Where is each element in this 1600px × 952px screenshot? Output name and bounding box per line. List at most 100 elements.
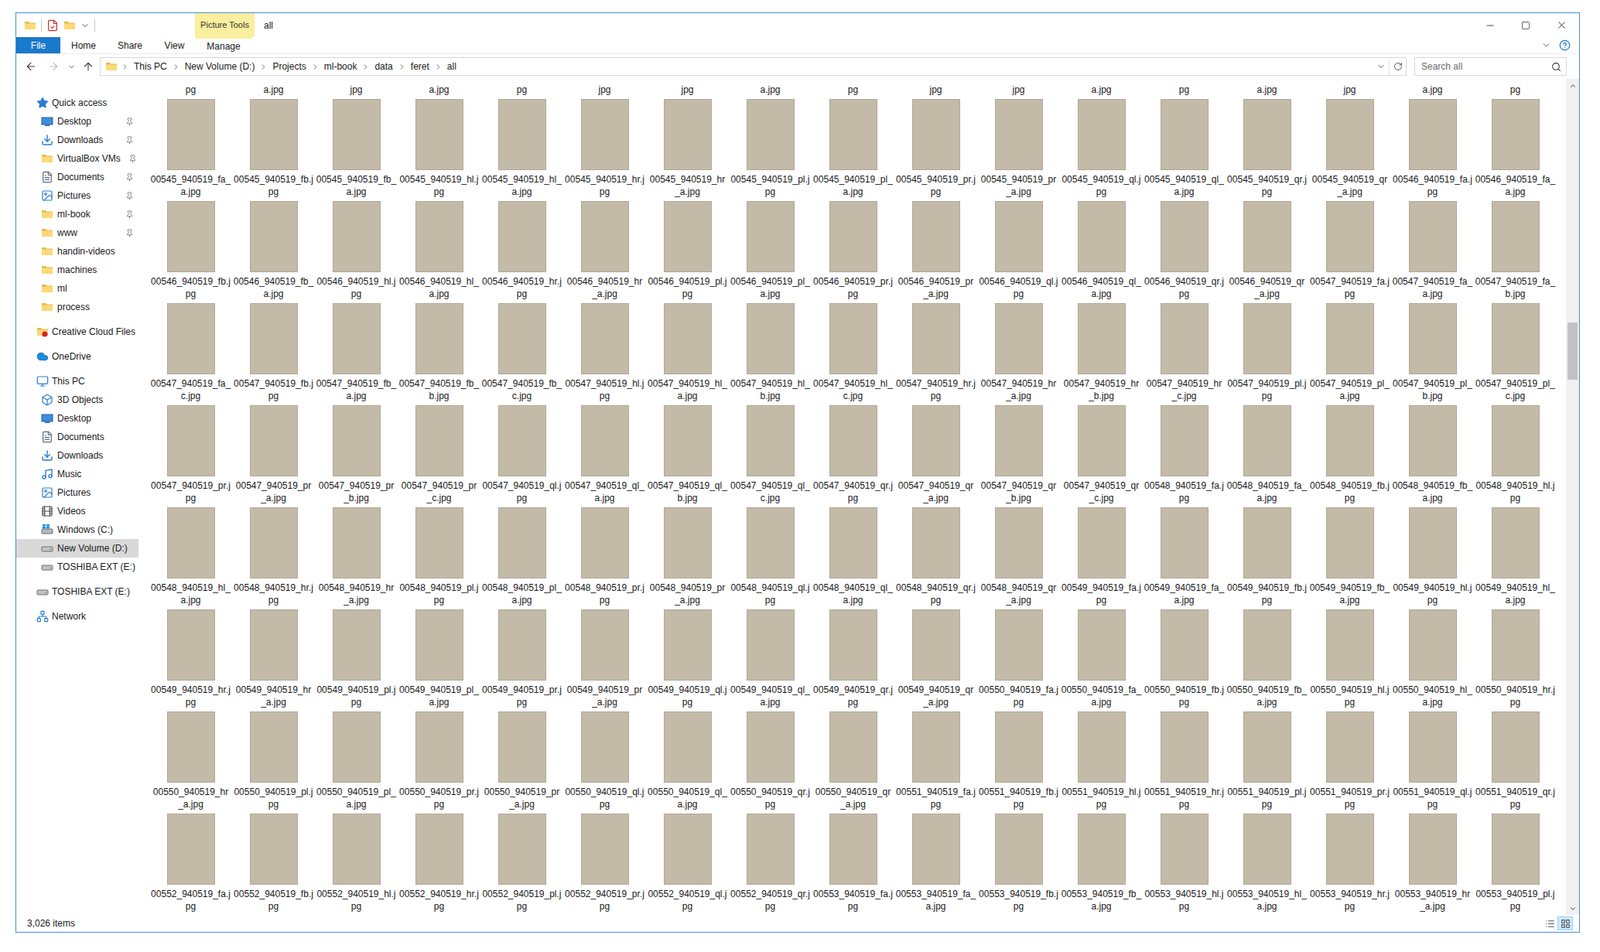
file-item[interactable]: 00545_940519_qr.jpg <box>1225 95 1309 199</box>
file-item[interactable]: 00547_940519_fa_a.jpg <box>1391 198 1474 301</box>
sidebar-item[interactable]: Music <box>16 464 139 484</box>
file-item[interactable]: 00548_940519_pr.jpg <box>563 504 647 607</box>
file-item[interactable]: 00551_940519_pr.jpg <box>1308 708 1392 811</box>
file-item[interactable]: 00547_940519_hr_c.jpg <box>1142 300 1226 403</box>
file-item[interactable]: 00552_940519_fa.jpg <box>149 810 233 913</box>
file-item[interactable]: 00549_940519_fb_a.jpg <box>1308 504 1392 607</box>
file-item[interactable]: 00553_940519_fa_a.jpg <box>894 810 978 913</box>
file-item[interactable]: 00549_940519_ql_a.jpg <box>728 606 812 709</box>
file-item[interactable]: 00549_940519_hl.jpg <box>1391 504 1474 607</box>
sidebar-item[interactable]: OneDrive <box>16 347 139 366</box>
sidebar-item[interactable]: TOSHIBA EXT (E:) <box>16 557 139 577</box>
sidebar-item[interactable]: Quick access <box>16 93 139 113</box>
file-item[interactable]: 00548_940519_qr.jpg <box>894 504 978 607</box>
file-item[interactable]: 00548_940519_hr_a.jpg <box>314 504 398 607</box>
file-item[interactable]: 00547_940519_hl.jpg <box>563 300 647 403</box>
breadcrumb-item[interactable]: feret <box>406 59 435 74</box>
file-item[interactable]: 00546_940519_qr_a.jpg <box>1225 198 1309 301</box>
sidebar-item[interactable]: handin-videos <box>16 242 139 261</box>
sidebar-item[interactable]: Pictures <box>16 186 139 206</box>
file-item[interactable]: 00553_940519_hl.jpg <box>1142 810 1226 913</box>
sidebar-item[interactable]: Desktop <box>16 112 139 131</box>
file-name[interactable]: pg <box>1179 83 1190 96</box>
file-item[interactable]: 00547_940519_ql_a.jpg <box>563 402 647 505</box>
file-item[interactable]: 00549_940519_hl_a.jpg <box>1473 504 1557 607</box>
file-name[interactable]: a.jpg <box>759 83 780 96</box>
file-item[interactable]: 00547_940519_hl_b.jpg <box>728 300 812 403</box>
file-name[interactable]: a.jpg <box>263 83 284 96</box>
file-item[interactable]: 00547_940519_pl_b.jpg <box>1391 300 1474 403</box>
file-item[interactable]: 00547_940519_qr_c.jpg <box>1059 402 1143 505</box>
file-item[interactable]: 00550_940519_fb.jpg <box>1142 606 1226 709</box>
file-item[interactable]: 00549_940519_hr_a.jpg <box>232 606 315 709</box>
file-item[interactable]: 00553_940519_fb.jpg <box>977 810 1060 913</box>
sidebar-item[interactable]: Downloads <box>16 130 139 150</box>
file-item[interactable]: 00546_940519_qr.jpg <box>1142 198 1226 301</box>
file-item[interactable]: 00550_940519_pr_a.jpg <box>480 708 564 811</box>
ribbon-tab[interactable]: File <box>16 37 61 54</box>
address-bar[interactable]: This PCNew Volume (D:)Projectsml-bookdat… <box>99 57 1407 76</box>
file-item[interactable]: 00553_940519_fb_a.jpg <box>1059 810 1143 913</box>
file-item[interactable]: 00546_940519_pl_a.jpg <box>728 198 812 301</box>
file-name[interactable]: pg <box>1510 83 1521 96</box>
file-item[interactable]: 00551_940519_hl.jpg <box>1059 708 1143 811</box>
file-item[interactable]: 00550_940519_pl_a.jpg <box>314 708 398 811</box>
file-item[interactable]: 00547_940519_hl_c.jpg <box>811 300 895 403</box>
file-item[interactable]: 00546_940519_pr_a.jpg <box>894 198 978 301</box>
file-item[interactable]: 00549_940519_pr_a.jpg <box>563 606 647 709</box>
file-item[interactable]: 00547_940519_hr.jpg <box>894 300 978 403</box>
file-item[interactable]: 00546_940519_hl_a.jpg <box>397 198 481 301</box>
file-name[interactable]: a.jpg <box>428 83 449 96</box>
file-item[interactable]: 00546_940519_fb.jpg <box>149 198 233 301</box>
file-item[interactable]: 00550_940519_qr.jpg <box>728 708 812 811</box>
file-item[interactable]: 00545_940519_fb_a.jpg <box>314 95 398 199</box>
file-item[interactable]: 00552_940519_fb.jpg <box>232 810 315 913</box>
file-item[interactable]: 00552_940519_ql.jpg <box>646 810 729 913</box>
file-item[interactable]: 00550_940519_qr_a.jpg <box>811 708 895 811</box>
refresh-button[interactable] <box>1388 58 1406 76</box>
forward-button[interactable] <box>42 57 65 76</box>
sidebar-item[interactable]: Windows (C:) <box>16 520 139 540</box>
details-view-button[interactable] <box>1541 916 1558 931</box>
file-name[interactable]: pg <box>516 83 527 96</box>
breadcrumb-item[interactable]: This PC <box>129 59 172 74</box>
file-item[interactable]: 00545_940519_pr_a.jpg <box>977 95 1060 199</box>
customize-toolbar-icon[interactable] <box>80 20 90 31</box>
file-name[interactable]: a.jpg <box>1256 83 1277 96</box>
sidebar-item[interactable]: Downloads <box>16 446 139 465</box>
file-item[interactable]: 00550_940519_hl_a.jpg <box>1391 606 1474 709</box>
scroll-up-button[interactable] <box>1565 78 1580 93</box>
sidebar-item[interactable]: This PC <box>16 372 139 391</box>
file-item[interactable]: 00545_940519_fa_a.jpg <box>149 95 233 199</box>
file-item[interactable]: 00546_940519_pr.jpg <box>811 198 895 301</box>
file-item[interactable]: 00548_940519_fb.jpg <box>1308 402 1392 505</box>
file-item[interactable]: 00550_940519_ql_a.jpg <box>646 708 729 811</box>
file-item[interactable]: 00551_940519_ql.jpg <box>1391 708 1474 811</box>
file-item[interactable]: 00547_940519_fa_b.jpg <box>1473 198 1557 301</box>
file-name[interactable]: jpg <box>1011 83 1025 96</box>
file-item[interactable]: 00547_940519_fb.jpg <box>232 300 315 403</box>
file-item[interactable]: 00547_940519_pr_b.jpg <box>314 402 398 505</box>
file-item[interactable]: 00547_940519_hr_a.jpg <box>977 300 1060 403</box>
file-item[interactable]: 00551_940519_fb.jpg <box>977 708 1060 811</box>
sidebar-item[interactable]: www <box>16 223 139 243</box>
file-item[interactable]: 00552_940519_hr.jpg <box>397 810 481 913</box>
file-item[interactable]: 00553_940519_hr.jpg <box>1308 810 1392 913</box>
file-item[interactable]: 00546_940519_fa_a.jpg <box>1473 95 1557 199</box>
large-icons-view-button[interactable] <box>1557 916 1573 931</box>
minimize-button[interactable] <box>1472 13 1508 38</box>
ribbon-tab[interactable]: Share <box>106 37 154 54</box>
sidebar-item[interactable]: process <box>16 297 139 317</box>
file-item[interactable]: 00546_940519_hr_a.jpg <box>563 198 647 301</box>
file-item[interactable]: 00549_940519_fa_a.jpg <box>1142 504 1226 607</box>
file-item[interactable]: 00547_940519_qr.jpg <box>811 402 895 505</box>
recent-locations-button[interactable] <box>64 57 79 76</box>
file-item[interactable]: 00547_940519_qr_b.jpg <box>977 402 1060 505</box>
file-name[interactable]: a.jpg <box>1090 83 1112 96</box>
file-item[interactable]: 00549_940519_fb.jpg <box>1225 504 1309 607</box>
file-item[interactable]: 00545_940519_hr.jpg <box>563 95 647 199</box>
file-item[interactable]: 00550_940519_pr.jpg <box>397 708 481 811</box>
file-item[interactable]: 00547_940519_fb_c.jpg <box>480 300 564 403</box>
sidebar-item[interactable]: Videos <box>16 502 139 521</box>
sidebar-item[interactable]: TOSHIBA EXT (E:) <box>16 582 139 602</box>
